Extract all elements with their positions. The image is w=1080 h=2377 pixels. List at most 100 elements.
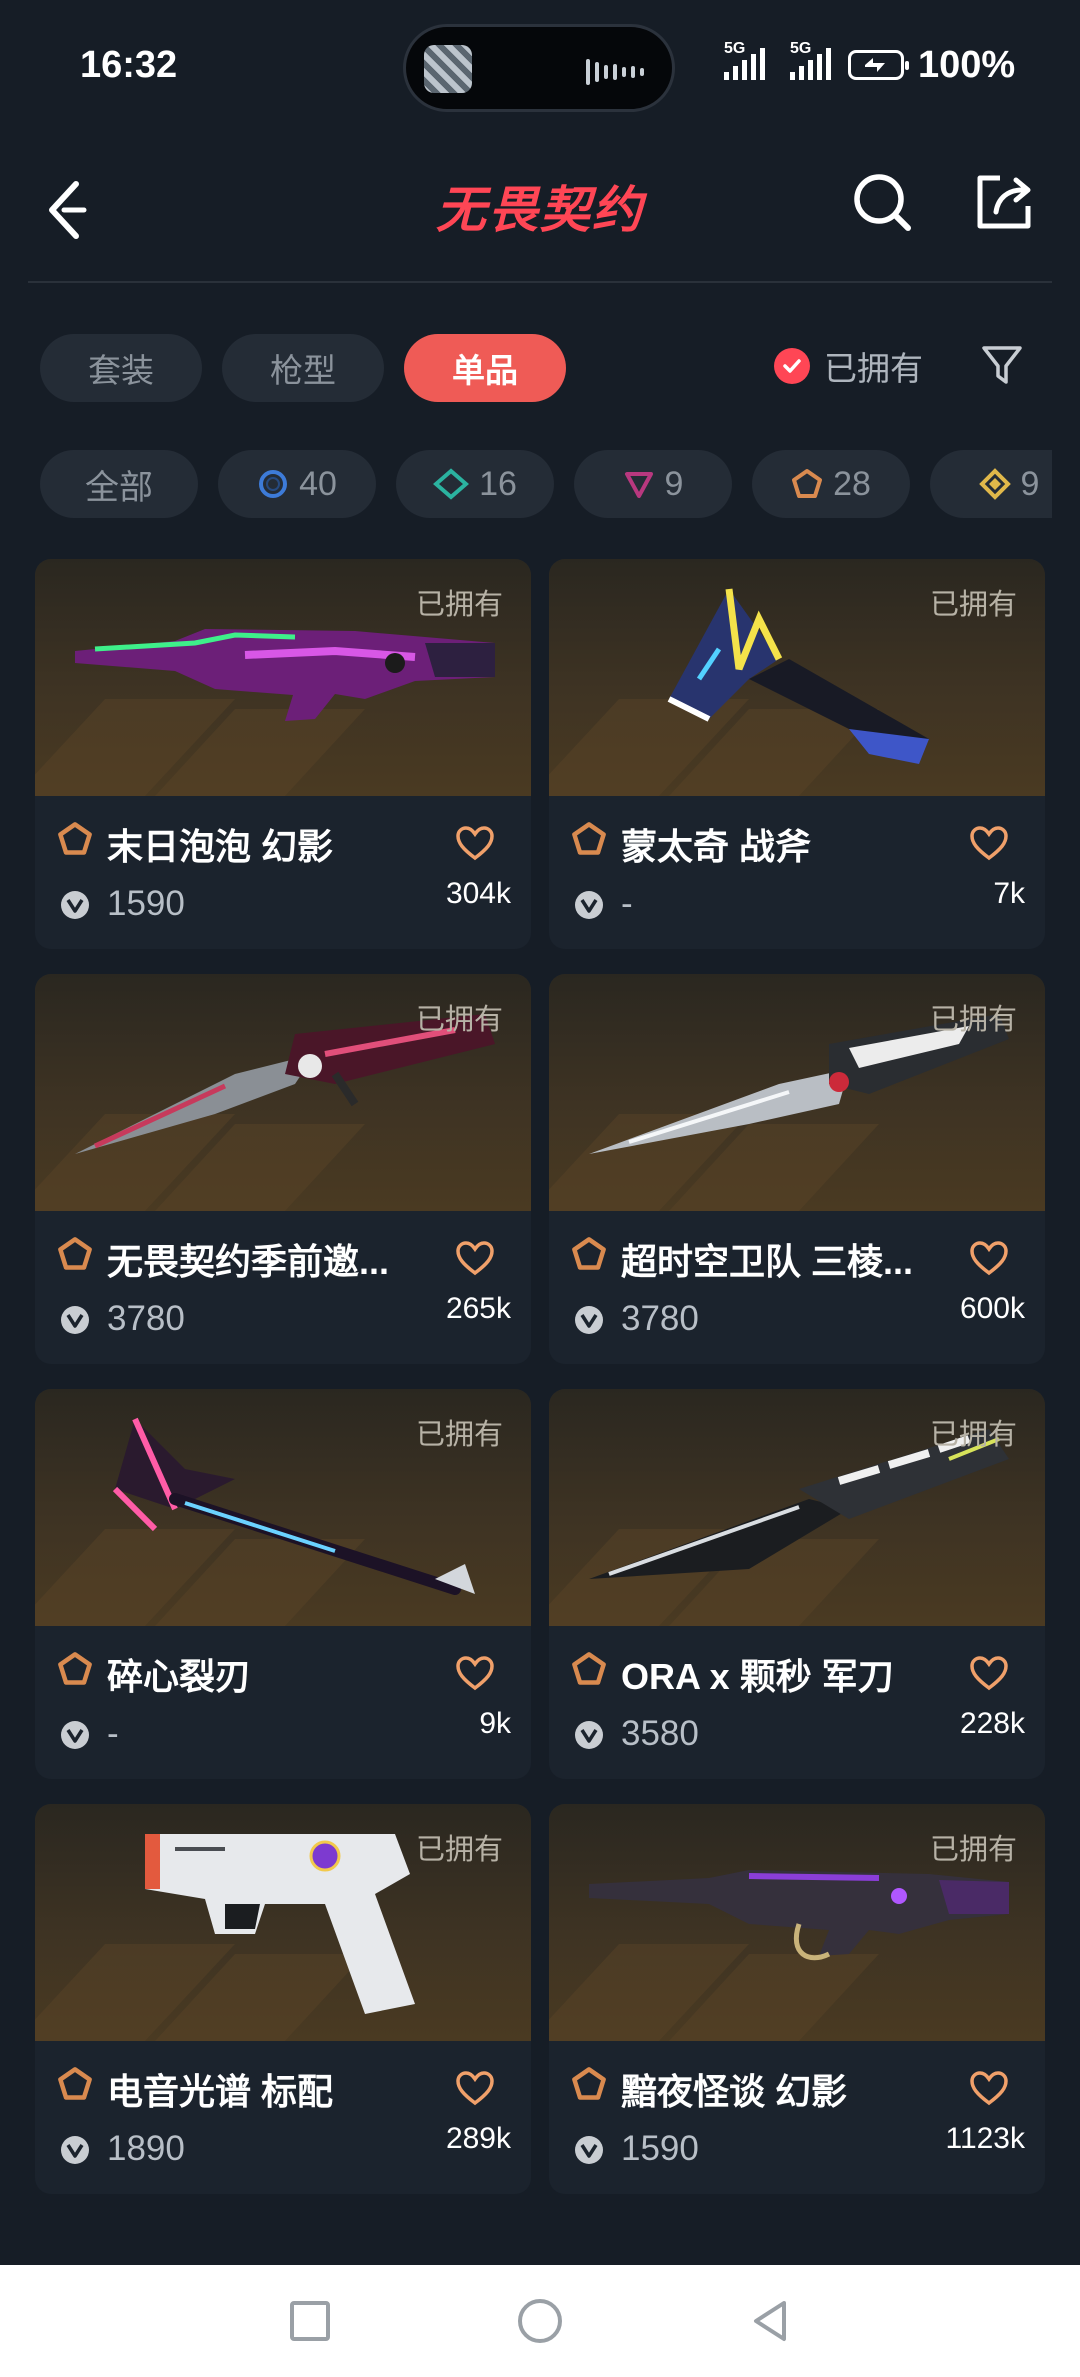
skin-name: 超时空卫队 三棱... — [621, 1241, 914, 1282]
heart-icon[interactable] — [455, 825, 495, 861]
like-count: 1123k — [945, 2122, 1025, 2155]
status-bar: 16:32 5G 5G 100% — [0, 0, 1080, 130]
select-tier-icon — [259, 470, 288, 498]
recent-apps-icon[interactable] — [286, 2297, 334, 2345]
vp-currency-icon — [61, 1306, 89, 1334]
skin-card[interactable]: 已拥有 ORA x 颗秒 军刀 3580 228k — [549, 1389, 1045, 1779]
share-button[interactable] — [970, 168, 1038, 236]
heart-icon[interactable] — [969, 825, 1009, 861]
system-navigation-bar — [0, 2265, 1080, 2377]
vp-currency-icon — [575, 2136, 603, 2164]
tier-chip-exclusive[interactable]: 28 — [752, 450, 910, 518]
tier-chip-select[interactable]: 40 — [218, 450, 376, 518]
exclusive-tier-icon — [572, 1652, 606, 1685]
battery-icon — [848, 50, 909, 80]
checkbox-checked-icon — [774, 348, 810, 384]
skin-card[interactable]: 已拥有 超时空卫队 三棱... 3780 600k — [549, 974, 1045, 1364]
heart-icon[interactable] — [455, 2070, 495, 2106]
skin-price: 1890 — [107, 2129, 185, 2168]
tab-bundle[interactable]: 套装 — [40, 334, 202, 402]
tier-chip-ultra[interactable]: 9 — [930, 450, 1052, 518]
share-icon — [977, 175, 1031, 229]
skin-card[interactable]: 已拥有 无畏契约季前邀... 3780 265k — [35, 974, 531, 1364]
skin-name: 电音光谱 标配 — [107, 2071, 334, 2112]
vp-currency-icon — [61, 891, 89, 919]
owned-tag: 已拥有 — [929, 1004, 1017, 1036]
exclusive-tier-icon — [572, 2067, 606, 2100]
tier-chip-all[interactable]: 全部 — [40, 450, 198, 518]
skin-price: 1590 — [107, 884, 185, 923]
back-triangle-icon[interactable] — [746, 2297, 794, 2345]
search-button[interactable] — [848, 168, 916, 236]
tab-weapon-type[interactable]: 枪型 — [222, 334, 384, 402]
tab-single-item[interactable]: 单品 — [404, 334, 566, 402]
owned-tag: 已拥有 — [929, 1419, 1017, 1451]
owned-tag: 已拥有 — [929, 589, 1017, 621]
like-count: 289k — [445, 2122, 511, 2155]
skin-image: 已拥有 — [549, 559, 1045, 796]
exclusive-tier-icon — [572, 822, 606, 855]
skin-card[interactable]: 已拥有 碎心裂刃 - 9k — [35, 1389, 531, 1779]
home-icon[interactable] — [516, 2297, 564, 2345]
skin-card[interactable]: 已拥有 电音光谱 标配 1890 289k — [35, 1804, 531, 2194]
skin-card[interactable]: 已拥有 黯夜怪谈 幻影 1590 1123k — [549, 1804, 1045, 2194]
battery-percent: 100% — [918, 44, 1016, 86]
media-thumbnail — [424, 45, 472, 93]
heart-icon[interactable] — [455, 1240, 495, 1276]
skin-price: 3780 — [621, 1299, 699, 1338]
page-title: 无畏契约 — [436, 182, 644, 238]
owned-filter-toggle[interactable]: 已拥有 — [774, 342, 923, 390]
exclusive-tier-icon — [792, 469, 823, 498]
heart-icon[interactable] — [969, 1240, 1009, 1276]
skin-name: ORA x 颗秒 军刀 — [621, 1656, 894, 1697]
vp-currency-icon — [575, 1721, 603, 1749]
owned-tag: 已拥有 — [415, 1419, 503, 1451]
dynamic-island[interactable] — [403, 24, 675, 112]
skin-price: - — [107, 1714, 119, 1753]
owned-filter-label: 已拥有 — [824, 350, 923, 387]
skin-name: 蒙太奇 战斧 — [621, 826, 812, 867]
category-tabs: 套装 枪型 单品 — [40, 334, 566, 402]
tier-chip-premium[interactable]: 9 — [574, 450, 732, 518]
heart-icon[interactable] — [455, 1655, 495, 1691]
premium-tier-icon — [624, 472, 653, 498]
skin-card[interactable]: 已拥有 末日泡泡 幻影 1590 304k — [35, 559, 531, 949]
heart-icon[interactable] — [969, 2070, 1009, 2106]
header-divider — [28, 281, 1052, 283]
vp-currency-icon — [575, 891, 603, 919]
deluxe-tier-icon — [433, 468, 470, 500]
skin-price: 3780 — [107, 1299, 185, 1338]
like-count: 7k — [993, 877, 1025, 910]
vp-currency-icon — [61, 1721, 89, 1749]
status-time: 16:32 — [80, 44, 178, 86]
skin-price: - — [621, 884, 633, 923]
like-count: 228k — [959, 1707, 1025, 1740]
skin-price: 3580 — [621, 1714, 699, 1753]
skin-image: 已拥有 — [35, 559, 531, 796]
filter-button[interactable] — [980, 342, 1024, 390]
heart-icon[interactable] — [969, 1655, 1009, 1691]
funnel-filter-icon — [982, 346, 1022, 384]
exclusive-tier-icon — [58, 2067, 92, 2100]
skin-image: 已拥有 — [549, 1804, 1045, 2041]
owned-tag: 已拥有 — [415, 1004, 503, 1036]
tier-chip-deluxe[interactable]: 16 — [396, 450, 554, 518]
like-count: 9k — [479, 1707, 511, 1740]
vp-currency-icon — [61, 2136, 89, 2164]
skin-price: 1590 — [621, 2129, 699, 2168]
like-count: 304k — [445, 877, 511, 910]
like-count: 600k — [959, 1292, 1025, 1325]
skin-name: 碎心裂刃 — [107, 1656, 252, 1697]
owned-tag: 已拥有 — [929, 1834, 1017, 1866]
owned-tag: 已拥有 — [415, 589, 503, 621]
skin-card[interactable]: 已拥有 蒙太奇 战斧 - 7k — [549, 559, 1045, 949]
exclusive-tier-icon — [58, 822, 92, 855]
exclusive-tier-icon — [58, 1237, 92, 1270]
like-count: 265k — [445, 1292, 511, 1325]
audio-wave-icon — [586, 59, 644, 85]
exclusive-tier-icon — [572, 1237, 606, 1270]
skin-image: 已拥有 — [549, 1389, 1045, 1626]
ultra-tier-icon — [978, 468, 1011, 500]
skin-image: 已拥有 — [35, 974, 531, 1211]
search-icon — [854, 174, 911, 231]
